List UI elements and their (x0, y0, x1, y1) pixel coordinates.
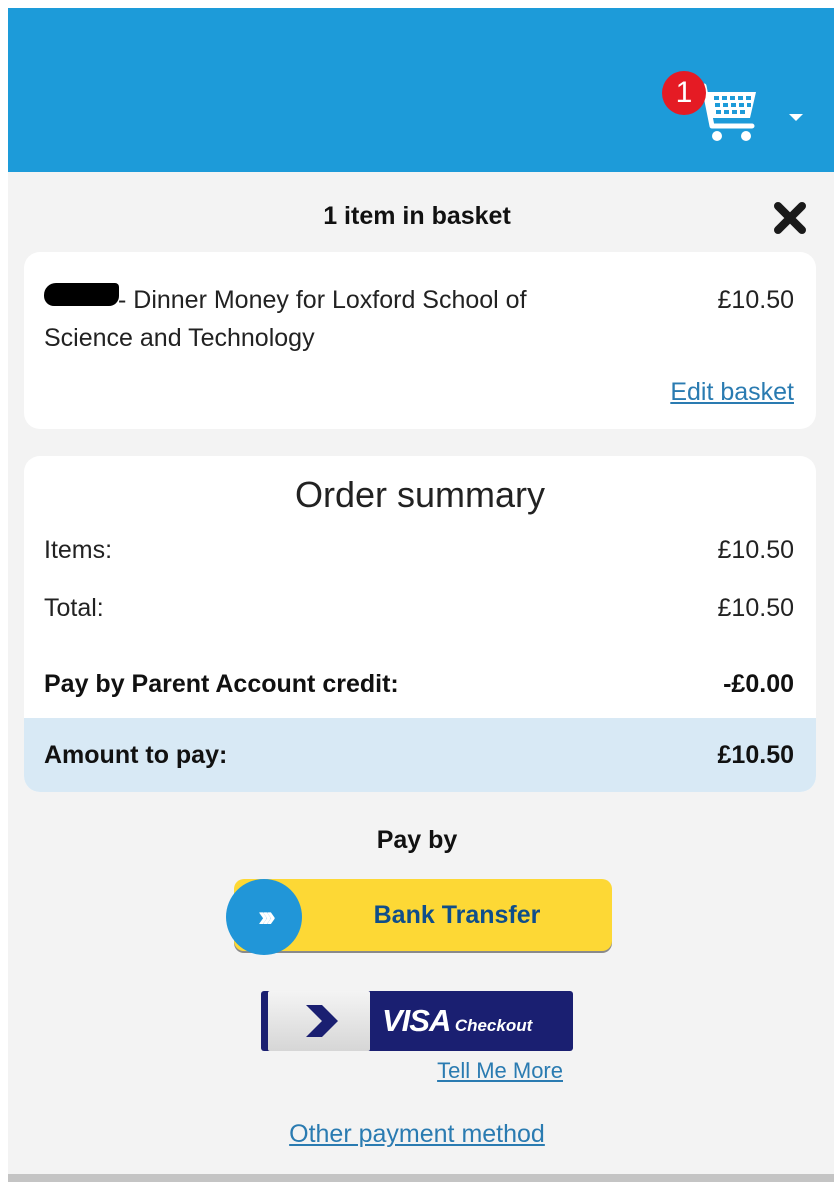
amount-to-pay-value: £10.50 (717, 741, 794, 769)
pay-by-label: Pay by (376, 826, 458, 854)
cart-count-badge: 1 (662, 71, 706, 115)
edit-basket-link[interactable]: Edit basket (594, 378, 794, 407)
close-icon[interactable] (772, 200, 808, 236)
credit-label: Pay by Parent Account credit: (44, 670, 399, 698)
basket-title: 1 item in basket (323, 202, 511, 230)
credit-value: -£0.00 (723, 670, 794, 698)
redacted-name (44, 283, 119, 306)
chevron-right-icon (306, 1005, 338, 1037)
visa-checkout-text: Checkout (454, 1016, 533, 1035)
chevron-down-icon[interactable] (789, 114, 803, 121)
panel-bottom-border (8, 1174, 834, 1182)
total-label: Total: (44, 594, 104, 622)
order-summary-title: Order summary (294, 474, 546, 515)
tell-me-more-link[interactable]: Tell Me More (400, 1058, 563, 1084)
fast-forward-icon: ››› (258, 900, 276, 933)
bank-transfer-label: Bank Transfer (373, 901, 541, 929)
total-value: £10.50 (717, 594, 794, 622)
amount-to-pay-label: Amount to pay: (44, 741, 228, 769)
visa-brand-text: VISA (382, 1003, 451, 1038)
item-description: - Dinner Money for Loxford School of Sci… (44, 286, 527, 352)
other-payment-method-link[interactable]: Other payment method (0, 1120, 834, 1149)
items-label: Items: (44, 536, 113, 564)
bank-transfer-circle: ››› (226, 879, 302, 955)
item-price: £10.50 (717, 286, 794, 314)
visa-arrow-box (268, 991, 370, 1051)
items-value: £10.50 (717, 536, 794, 564)
visa-checkout-logo: VISA Checkout (382, 1003, 568, 1039)
